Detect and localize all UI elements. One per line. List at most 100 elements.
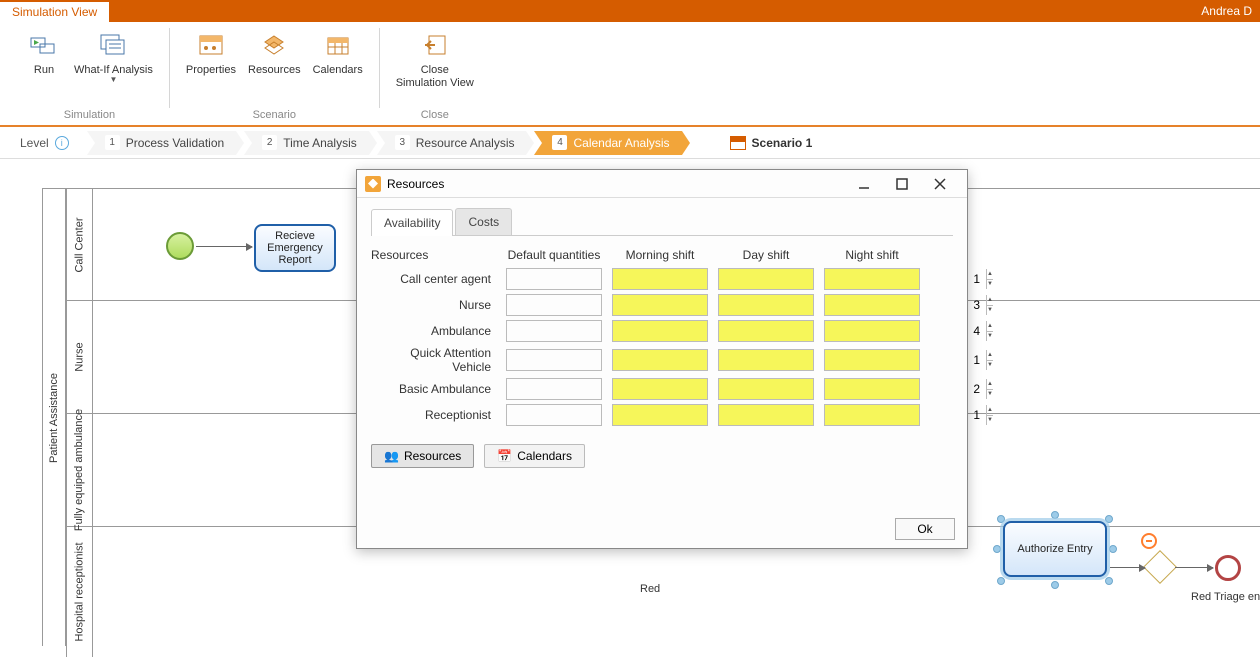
col-day: Day shift <box>713 248 819 262</box>
user-label: Andrea D <box>1193 4 1260 18</box>
step-down-icon[interactable]: ▼ <box>987 361 993 371</box>
level-bar: Level i 1Process Validation 2Time Analys… <box>0 127 1260 159</box>
step-up-icon[interactable]: ▲ <box>987 321 993 332</box>
step-down-icon[interactable]: ▼ <box>987 280 993 290</box>
step-up-icon[interactable]: ▲ <box>987 295 993 306</box>
gateway[interactable] <box>1143 550 1177 584</box>
end-event-red-triage[interactable] <box>1215 555 1241 581</box>
quantity-spinner[interactable]: ▲▼ <box>506 320 602 342</box>
resource-name: Receptionist <box>371 408 501 422</box>
run-label: Run <box>34 64 54 77</box>
quantity-spinner[interactable]: ▲▼ <box>824 378 920 400</box>
quantity-spinner[interactable]: ▲▼ <box>824 349 920 371</box>
maximize-button[interactable] <box>883 172 921 196</box>
quantity-input[interactable] <box>825 269 986 289</box>
quantity-spinner[interactable]: ▲▼ <box>824 268 920 290</box>
app-titlebar: Simulation View Andrea D <box>0 0 1260 22</box>
resource-name: Ambulance <box>371 324 501 338</box>
start-event[interactable] <box>166 232 194 260</box>
collapse-icon[interactable] <box>1141 533 1157 549</box>
close-sim-button[interactable]: Close Simulation View <box>390 28 480 92</box>
quantity-input[interactable] <box>825 321 986 341</box>
quantity-spinner[interactable]: ▲▼ <box>506 378 602 400</box>
quantity-spinner[interactable]: ▲▼ <box>718 349 814 371</box>
quantity-spinner[interactable]: ▲▼ <box>718 268 814 290</box>
resources-grid: Resources Default quantities Morning shi… <box>371 246 953 426</box>
step-up-icon[interactable]: ▲ <box>987 379 993 390</box>
col-night: Night shift <box>819 248 925 262</box>
info-icon[interactable]: i <box>55 136 69 150</box>
quantity-spinner[interactable]: ▲▼ <box>612 404 708 426</box>
tab-costs[interactable]: Costs <box>455 208 512 235</box>
step-up-icon[interactable]: ▲ <box>987 405 993 416</box>
close-button[interactable] <box>921 172 959 196</box>
step-time-analysis[interactable]: 2Time Analysis <box>244 131 369 155</box>
calendars-label: Calendars <box>313 64 363 77</box>
calendars-toggle-button[interactable]: 📅Calendars <box>484 444 585 468</box>
dialog-titlebar: Resources <box>357 170 967 198</box>
quantity-spinner[interactable]: ▲▼ <box>718 404 814 426</box>
properties-button[interactable]: Properties <box>180 28 242 79</box>
quantity-spinner[interactable]: ▲▼ <box>718 320 814 342</box>
quantity-spinner[interactable]: ▲▼ <box>612 349 708 371</box>
quantity-spinner[interactable]: ▲▼ <box>612 268 708 290</box>
step-down-icon[interactable]: ▼ <box>987 390 993 400</box>
step-down-icon[interactable]: ▼ <box>987 306 993 316</box>
quantity-spinner[interactable]: ▲▼ <box>824 320 920 342</box>
task-recieve-report[interactable]: Recieve Emergency Report <box>254 224 336 272</box>
run-icon <box>29 30 59 60</box>
calendars-button[interactable]: Calendars <box>307 28 369 79</box>
tab-availability[interactable]: Availability <box>371 209 453 236</box>
resources-toggle-button[interactable]: 👥Resources <box>371 444 474 468</box>
calendar-icon: 📅 <box>497 449 512 463</box>
resource-row: Call center agent▲▼▲▼▲▼▲▼ <box>371 268 953 290</box>
quantity-spinner[interactable]: ▲▼ <box>718 294 814 316</box>
quantity-spinner[interactable]: ▲▼ <box>718 378 814 400</box>
quantity-spinner[interactable]: ▲▼ <box>506 404 602 426</box>
resources-icon <box>259 30 289 60</box>
step-up-icon[interactable]: ▲ <box>987 269 993 280</box>
whatif-button[interactable]: What-If Analysis ▼ <box>68 28 159 86</box>
quantity-input[interactable] <box>825 350 986 370</box>
resource-row: Basic Ambulance▲▼▲▼▲▼▲▼ <box>371 378 953 400</box>
task-authorize-entry[interactable]: Authorize Entry <box>1003 521 1107 577</box>
resources-dialog: Resources Availability Costs Resources D… <box>356 169 968 549</box>
quantity-spinner[interactable]: ▲▼ <box>612 294 708 316</box>
step-down-icon[interactable]: ▼ <box>987 332 993 342</box>
quantity-input[interactable] <box>825 295 986 315</box>
col-resources: Resources <box>371 248 501 262</box>
quantity-spinner[interactable]: ▲▼ <box>612 320 708 342</box>
tab-simulation-view[interactable]: Simulation View <box>0 0 109 22</box>
quantity-spinner[interactable]: ▲▼ <box>506 268 602 290</box>
dialog-title: Resources <box>387 177 444 191</box>
properties-label: Properties <box>186 64 236 77</box>
quantity-spinner[interactable]: ▲▼ <box>824 404 920 426</box>
resource-row: Quick Attention Vehicle▲▼▲▼▲▼▲▼ <box>371 346 953 374</box>
step-up-icon[interactable]: ▲ <box>987 350 993 361</box>
quantity-spinner[interactable]: ▲▼ <box>506 294 602 316</box>
scenario-indicator[interactable]: Scenario 1 <box>730 136 813 150</box>
minimize-button[interactable] <box>845 172 883 196</box>
pool-patient-assistance: Patient Assistance <box>42 188 66 646</box>
quantity-spinner[interactable]: ▲▼ <box>824 294 920 316</box>
quantity-input[interactable] <box>825 379 986 399</box>
resources-button[interactable]: Resources <box>242 28 307 79</box>
ok-button[interactable]: Ok <box>895 518 955 540</box>
step-process-validation[interactable]: 1Process Validation <box>87 131 237 155</box>
run-button[interactable]: Run <box>20 28 68 86</box>
step-calendar-analysis[interactable]: 4Calendar Analysis <box>534 131 681 155</box>
group-simulation-label: Simulation <box>20 107 159 125</box>
quantity-input[interactable] <box>825 405 986 425</box>
group-close-label: Close <box>390 107 480 125</box>
resource-row: Ambulance ▲▼ ▲▼ ▲▼ ▲▼ <box>371 320 953 342</box>
step-down-icon[interactable]: ▼ <box>987 416 993 426</box>
label-red-triage-end: Red Triage end <box>1191 591 1260 603</box>
sequence-flow <box>196 246 252 247</box>
level-label: Level <box>20 136 49 150</box>
step-resource-analysis[interactable]: 3Resource Analysis <box>377 131 527 155</box>
quantity-spinner[interactable]: ▲▼ <box>506 349 602 371</box>
quantity-spinner[interactable]: ▲▼ <box>612 378 708 400</box>
dropdown-caret-icon: ▼ <box>109 75 117 84</box>
whatif-icon <box>98 30 128 60</box>
col-morning: Morning shift <box>607 248 713 262</box>
